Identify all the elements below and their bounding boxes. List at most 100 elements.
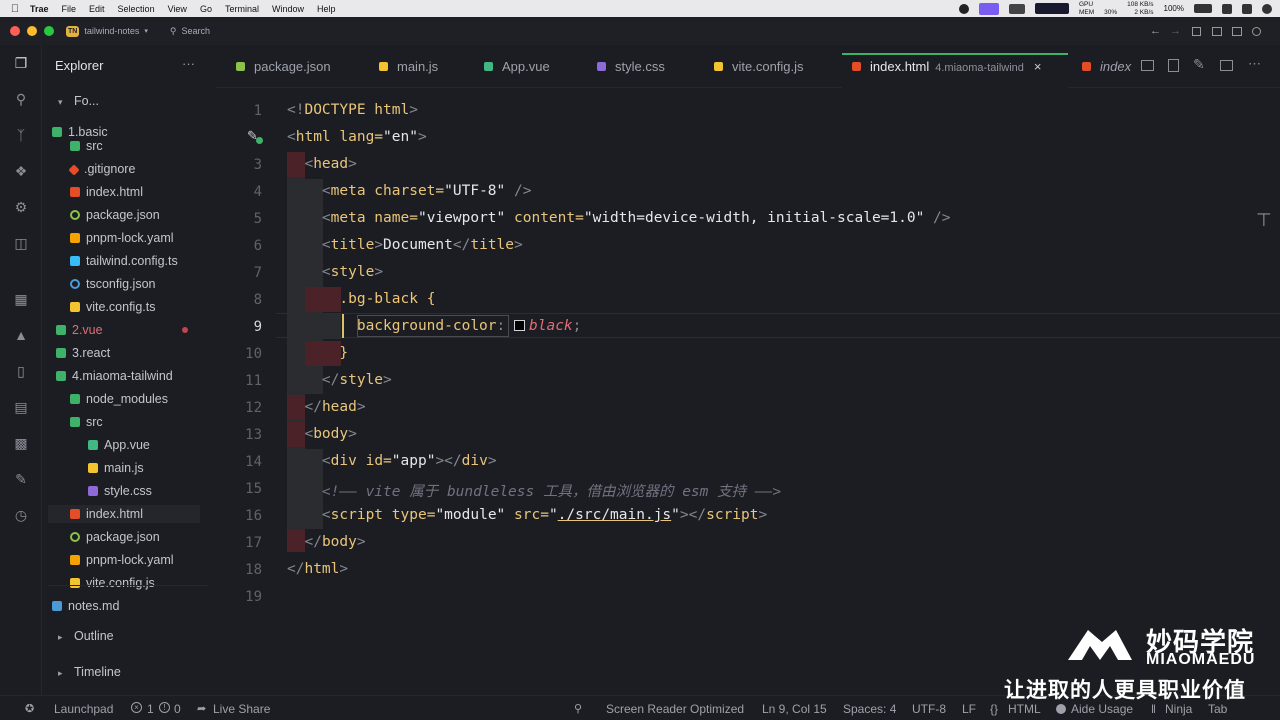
launchpad-button[interactable]: Launchpad	[54, 702, 113, 716]
notification-icon[interactable]	[1242, 3, 1252, 14]
testing-icon[interactable]: ▲	[12, 326, 30, 344]
tree-item[interactable]: notes.md	[52, 597, 119, 615]
tree-item[interactable]: src	[70, 413, 103, 431]
tree-item[interactable]: node_modules	[70, 390, 168, 408]
siri-icon[interactable]	[1262, 3, 1272, 14]
extensions-icon[interactable]: ▦	[12, 290, 30, 308]
remote-icon[interactable]: ❖	[12, 162, 30, 180]
layout-icon[interactable]	[1192, 26, 1201, 36]
close-icon[interactable]: ×	[1034, 59, 1042, 74]
account-icon[interactable]	[1252, 26, 1261, 36]
tab-style-css[interactable]: style.css	[597, 59, 665, 74]
menu-go[interactable]: Go	[200, 4, 212, 14]
minimize-window-button[interactable]	[27, 26, 37, 36]
menu-terminal[interactable]: Terminal	[225, 4, 259, 14]
live-share-icon[interactable]: ➦	[197, 702, 206, 715]
chevron-right-icon[interactable]: ▸	[58, 632, 63, 643]
menu-selection[interactable]: Selection	[118, 4, 155, 14]
tree-item[interactable]: src	[70, 137, 103, 155]
debug-icon[interactable]: ⚙	[12, 198, 30, 216]
close-window-button[interactable]	[10, 26, 20, 36]
warning-icon[interactable]: !	[159, 702, 170, 713]
tree-item[interactable]: style.css	[88, 482, 152, 500]
outline-section[interactable]: Outline	[74, 629, 114, 643]
split-editor-icon[interactable]	[1220, 60, 1233, 71]
screen-share-icon[interactable]	[978, 2, 999, 15]
tab-index-preview[interactable]: index	[1082, 59, 1131, 74]
error-count[interactable]: 1	[147, 702, 154, 716]
timeline-section[interactable]: Timeline	[74, 665, 121, 679]
sidebar-toggle-icon[interactable]	[1232, 26, 1242, 36]
language-mode[interactable]: HTML	[1008, 702, 1041, 716]
apple-icon[interactable]: 	[0, 3, 30, 15]
menu-view[interactable]: View	[168, 4, 187, 14]
menu-trae[interactable]: Trae	[30, 4, 49, 14]
zoom-window-button[interactable]	[44, 26, 54, 36]
workspace-root[interactable]: Fo...	[74, 94, 99, 108]
zoom-icon[interactable]: ⚲	[574, 702, 582, 715]
tree-item[interactable]: package.json	[70, 206, 160, 224]
tree-item[interactable]: 2.vue	[56, 321, 188, 339]
tree-item[interactable]: .gitignore	[68, 160, 135, 178]
tab-main-js[interactable]: main.js	[379, 59, 438, 74]
grid-icon[interactable]: ▩	[12, 434, 30, 452]
battery-icon[interactable]	[1194, 4, 1212, 13]
remote-explorer-icon[interactable]: ◫	[12, 234, 30, 252]
tree-item[interactable]: index.html	[48, 505, 200, 523]
display-icon[interactable]	[1008, 3, 1025, 14]
aide-usage-button[interactable]: Aide Usage	[1071, 702, 1133, 716]
timer-icon[interactable]: ◷	[12, 506, 30, 524]
control-center-icon[interactable]	[1222, 3, 1232, 14]
live-share-button[interactable]: Live Share	[213, 702, 270, 716]
tab-button[interactable]: Tab	[1208, 702, 1227, 716]
search-box[interactable]: Search	[181, 26, 210, 36]
source-control-icon[interactable]: ᛉ	[12, 126, 30, 144]
tree-item[interactable]: main.js	[88, 459, 144, 477]
back-arrow-icon[interactable]: ←	[1150, 25, 1161, 37]
more-actions-icon[interactable]: ⋯	[1248, 56, 1261, 72]
tree-item[interactable]: vite.config.ts	[70, 298, 155, 316]
error-icon[interactable]: ×	[131, 702, 142, 713]
tree-item[interactable]: 3.react	[56, 344, 110, 362]
tab-vite-config[interactable]: vite.config.js	[714, 59, 804, 74]
warning-count[interactable]: 0	[174, 702, 181, 716]
menu-file[interactable]: File	[62, 4, 77, 14]
chevron-down-icon[interactable]: ▾	[58, 97, 63, 108]
launchpad-icon[interactable]: ✪	[25, 702, 34, 715]
tree-item[interactable]: App.vue	[88, 436, 150, 454]
menu-edit[interactable]: Edit	[89, 4, 105, 14]
tree-item[interactable]: pnpm-lock.yaml	[70, 551, 174, 569]
tab-index-html[interactable]: index.html 4.miaoma-tailwind ×	[852, 59, 1042, 74]
link-token[interactable]: ./src/main.js	[558, 507, 672, 523]
book-icon[interactable]	[1141, 60, 1154, 71]
open-changes-icon[interactable]	[1168, 59, 1179, 72]
menu-help[interactable]: Help	[317, 4, 336, 14]
tree-item[interactable]: tsconfig.json	[70, 275, 155, 293]
record-icon[interactable]	[958, 3, 969, 14]
tree-item[interactable]: tailwind.config.ts	[70, 252, 178, 270]
screen-reader-status[interactable]: Screen Reader Optimized	[606, 702, 744, 716]
ninja-button[interactable]: Ninja	[1165, 702, 1192, 716]
code-editor[interactable]: ✎ 12345678910111213141516171819 <!DOCTYP…	[216, 88, 1280, 695]
menu-window[interactable]: Window	[272, 4, 304, 14]
pencil-icon[interactable]: ✎	[12, 470, 30, 488]
tree-item[interactable]: 4.miaoma-tailwind	[56, 367, 173, 385]
pencil-icon[interactable]: ✎	[1193, 56, 1205, 73]
tree-item[interactable]: vite.config.js	[70, 574, 155, 592]
tree-item[interactable]: package.json	[70, 528, 160, 546]
tab-package-json[interactable]: package.json	[236, 59, 331, 74]
forward-arrow-icon[interactable]: →	[1170, 25, 1181, 37]
folder-icon[interactable]: ▤	[12, 398, 30, 416]
project-name[interactable]: tailwind-notes	[84, 26, 139, 36]
bookmark-icon[interactable]: ▯	[12, 362, 30, 380]
chevron-down-icon[interactable]: ▾	[144, 27, 148, 35]
cursor-position[interactable]: Ln 9, Col 15	[762, 702, 827, 716]
panel-icon[interactable]	[1212, 26, 1222, 36]
more-actions-icon[interactable]: ···	[182, 56, 195, 71]
chevron-right-icon[interactable]: ▸	[58, 668, 63, 679]
search-icon[interactable]: ⚲	[12, 90, 30, 108]
indentation-setting[interactable]: Spaces: 4	[843, 702, 896, 716]
color-swatch-icon[interactable]	[514, 320, 525, 331]
tree-item[interactable]: index.html	[70, 183, 143, 201]
explorer-icon[interactable]: ❐	[12, 54, 30, 72]
